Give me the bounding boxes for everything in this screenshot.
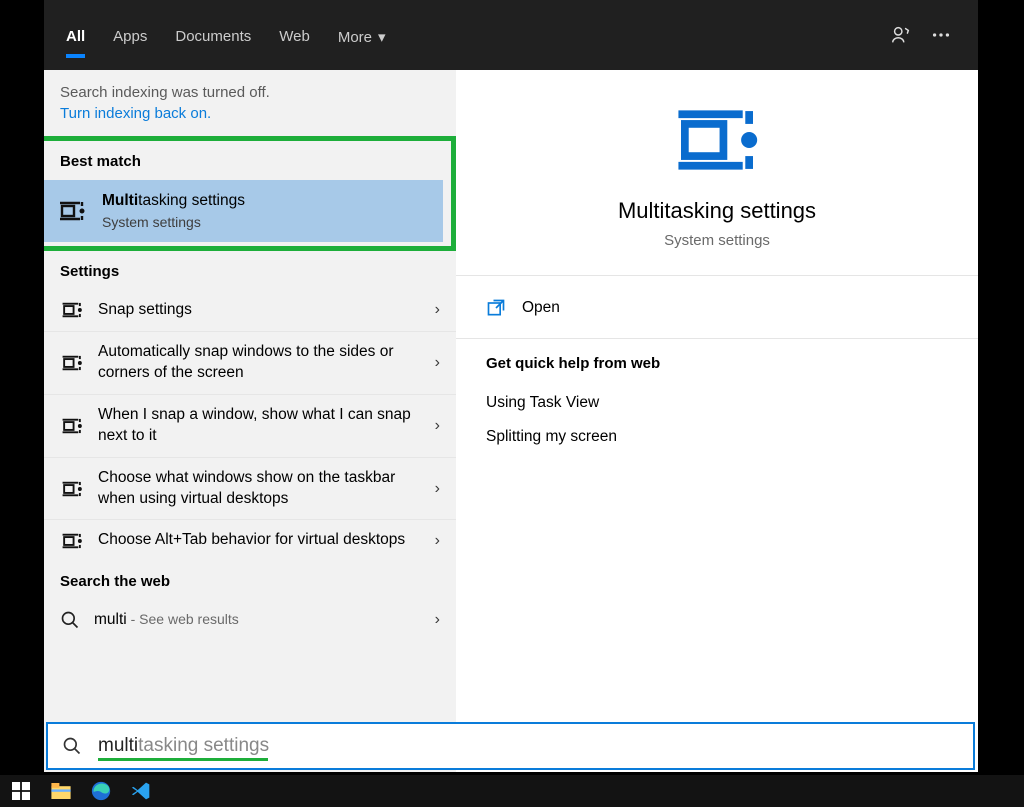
search-icon xyxy=(62,736,82,756)
web-search-result[interactable]: multi - See web results › xyxy=(44,600,456,640)
setting-item[interactable]: Choose what windows show on the taskbar … xyxy=(44,457,456,520)
settings-list: Snap settings › Automatically snap windo… xyxy=(44,290,456,561)
chevron-right-icon: › xyxy=(435,532,440,550)
tab-apps[interactable]: Apps xyxy=(99,6,161,64)
preview-hero-icon xyxy=(476,100,958,180)
search-header: All Apps Documents Web More▾ xyxy=(44,0,978,70)
taskbar-file-explorer[interactable] xyxy=(46,777,76,805)
multitasking-icon xyxy=(60,353,84,373)
open-action[interactable]: Open xyxy=(456,276,978,338)
chevron-right-icon: › xyxy=(435,354,440,372)
multitasking-icon xyxy=(60,416,84,436)
taskbar-vscode[interactable] xyxy=(126,777,156,805)
annotation-highlight: Best match Multitasking settings System … xyxy=(44,136,456,251)
chevron-right-icon: › xyxy=(435,301,440,319)
filter-tabs: All Apps Documents Web More▾ xyxy=(52,6,890,64)
preview-subtitle: System settings xyxy=(476,232,958,249)
search-ghost-text: tasking settings xyxy=(138,735,269,756)
multitasking-icon xyxy=(60,300,84,320)
multitasking-icon xyxy=(58,198,86,224)
chevron-right-icon: › xyxy=(435,417,440,435)
best-match-result[interactable]: Multitasking settings System settings xyxy=(44,180,443,242)
chevron-right-icon: › xyxy=(435,611,440,629)
search-icon xyxy=(60,610,80,630)
search-panel: All Apps Documents Web More▾ Search inde… xyxy=(44,0,978,772)
help-link[interactable]: Splitting my screen xyxy=(486,420,948,454)
preview-title: Multitasking settings xyxy=(476,198,958,224)
search-web-label: Search the web xyxy=(44,561,456,600)
preview-pane: Multitasking settings System settings Op… xyxy=(456,70,978,772)
more-options-icon[interactable] xyxy=(930,24,952,46)
help-link[interactable]: Using Task View xyxy=(486,386,948,420)
taskbar xyxy=(0,775,1024,807)
search-typed-text: multi xyxy=(98,735,138,756)
setting-item[interactable]: Choose Alt+Tab behavior for virtual desk… xyxy=(44,519,456,561)
tab-all[interactable]: All xyxy=(52,6,99,64)
help-heading: Get quick help from web xyxy=(486,355,948,372)
search-input[interactable]: multitasking settings xyxy=(46,722,975,770)
taskbar-edge[interactable] xyxy=(86,777,116,805)
annotation-underline xyxy=(98,758,268,761)
open-icon xyxy=(486,298,506,318)
tab-web[interactable]: Web xyxy=(265,6,324,64)
setting-item[interactable]: Snap settings › xyxy=(44,290,456,331)
chevron-right-icon: › xyxy=(435,480,440,498)
tab-documents[interactable]: Documents xyxy=(161,6,265,64)
settings-label: Settings xyxy=(44,251,456,290)
multitasking-icon xyxy=(60,531,84,551)
turn-indexing-on-link[interactable]: Turn indexing back on. xyxy=(60,105,440,122)
indexing-notice: Search indexing was turned off. Turn ind… xyxy=(44,70,456,136)
feedback-icon[interactable] xyxy=(890,24,912,46)
results-column: Search indexing was turned off. Turn ind… xyxy=(44,70,456,772)
best-match-label: Best match xyxy=(44,141,451,180)
setting-item[interactable]: When I snap a window, show what I can sn… xyxy=(44,394,456,457)
tab-more[interactable]: More▾ xyxy=(324,6,400,64)
start-button[interactable] xyxy=(6,777,36,805)
chevron-down-icon: ▾ xyxy=(378,28,386,46)
setting-item[interactable]: Automatically snap windows to the sides … xyxy=(44,331,456,394)
multitasking-icon xyxy=(60,479,84,499)
